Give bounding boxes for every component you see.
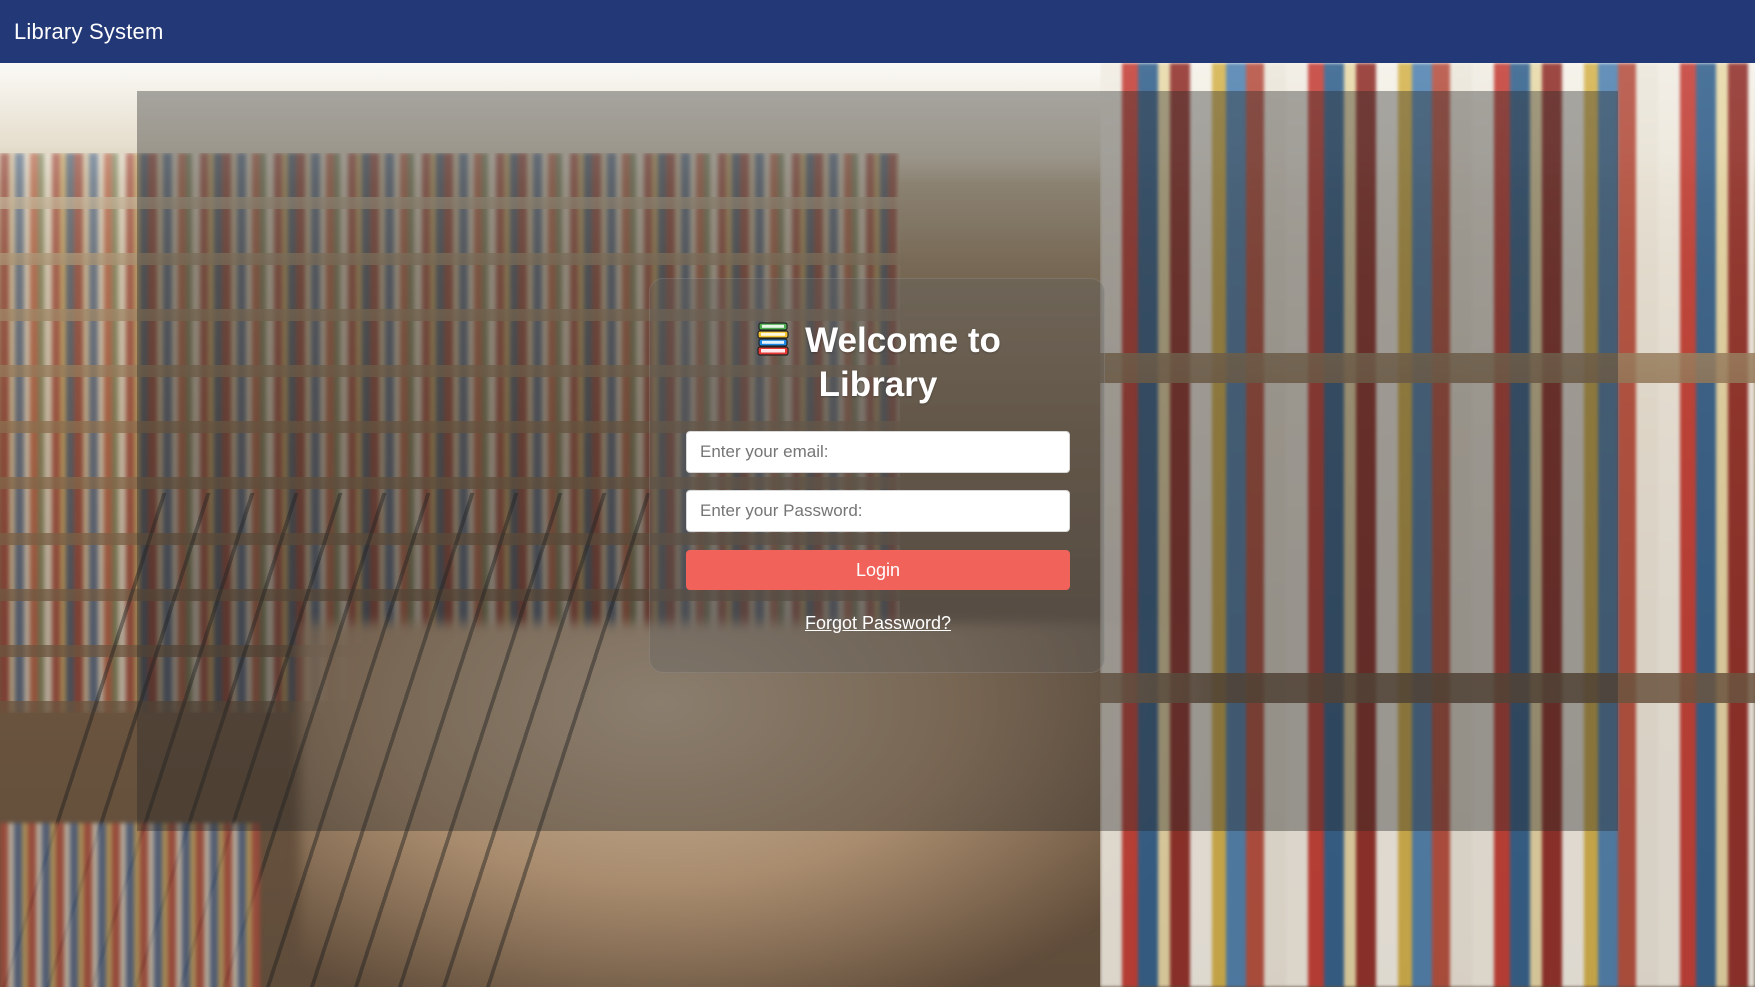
- welcome-heading: Welcome to Library: [650, 319, 1106, 407]
- password-input[interactable]: [686, 490, 1070, 532]
- books-icon: [757, 322, 789, 356]
- top-navbar: Library System: [0, 0, 1755, 63]
- login-page: Library System Welcome to Library Enter …: [0, 0, 1755, 987]
- login-card: Welcome to Library Login Forgot Password…: [649, 278, 1105, 673]
- brand-title[interactable]: Library System: [14, 19, 164, 45]
- email-input[interactable]: [686, 431, 1070, 473]
- welcome-heading-line1: Welcome to: [650, 319, 1106, 363]
- forgot-password-link[interactable]: Forgot Password?: [650, 613, 1106, 634]
- login-button[interactable]: Login: [686, 550, 1070, 590]
- welcome-heading-text1: Welcome to: [805, 321, 1001, 360]
- background-lower-shelves: [0, 823, 260, 987]
- welcome-heading-line2: Library: [818, 365, 938, 404]
